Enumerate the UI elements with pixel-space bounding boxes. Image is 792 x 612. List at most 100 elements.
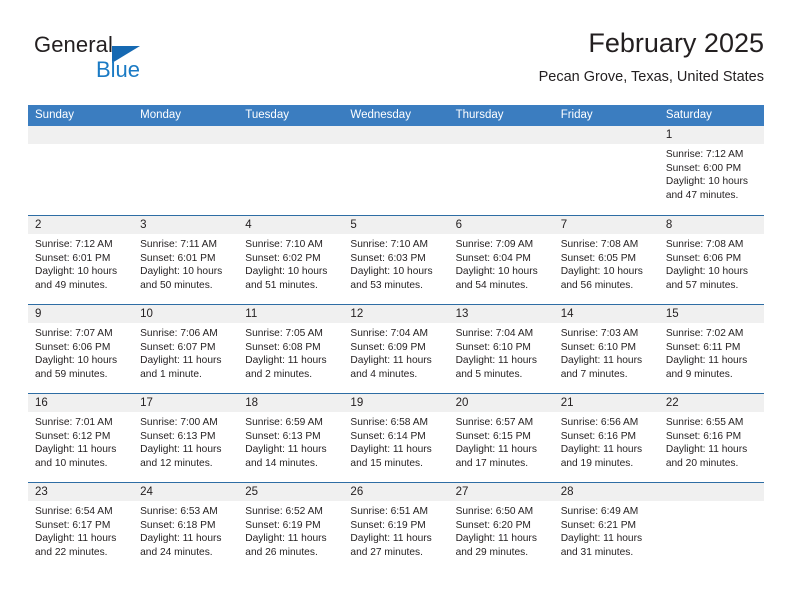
sunrise-time: Sunrise: 7:03 AM	[560, 328, 639, 339]
sunset-time: Sunset: 6:01 PM	[35, 252, 111, 264]
daylight-duration-line1: Daylight: 11 hours	[140, 533, 222, 545]
daylight-duration-line2: and 26 minutes.	[245, 546, 318, 558]
calendar-day-cell[interactable]: 27 Sunrise: 6:50 AM Sunset: 6:20 PM Dayligh…	[448, 483, 554, 571]
calendar-day-cell[interactable]: 4 Sunrise: 7:10 AM Sunset: 6:02 PM Daylight…	[238, 216, 344, 304]
sunset-time: Sunset: 6:19 PM	[245, 519, 321, 531]
calendar-day-cell[interactable]: 11 Sunrise: 7:05 AM Sunset: 6:08 PM Dayligh…	[238, 305, 344, 393]
day-number-band	[658, 126, 764, 144]
day-sun-info	[238, 144, 343, 148]
weekday-header-thursday: Thursday	[455, 109, 504, 121]
title-block: February 2025 Pecan Grove, Texas, United…	[539, 26, 764, 86]
daylight-duration-line1: Daylight: 11 hours	[245, 444, 327, 456]
calendar-day-cell[interactable]: 7 Sunrise: 7:08 AM Sunset: 6:05 PM Daylight…	[553, 216, 659, 304]
calendar-week-row: 16 Sunrise: 7:01 AM Sunset: 6:12 PM Dayligh…	[28, 393, 764, 482]
calendar-day-cell[interactable]: 28 Sunrise: 6:49 AM Sunset: 6:21 PM Dayligh…	[553, 483, 659, 571]
day-sun-info	[133, 144, 238, 148]
daylight-duration-line1: Daylight: 10 hours	[35, 266, 118, 278]
day-sun-info	[28, 144, 133, 148]
day-number-band	[28, 305, 134, 323]
calendar-day-cell[interactable]: 24 Sunrise: 6:53 AM Sunset: 6:18 PM Dayligh…	[133, 483, 239, 571]
day-sun-info: Sunrise: 7:02 AM Sunset: 6:11 PM Daylight:…	[659, 323, 764, 381]
sunset-time: Sunset: 6:02 PM	[245, 252, 321, 264]
weekday-header-sunday: Sunday	[35, 109, 75, 121]
calendar-day-cell[interactable]: 20 Sunrise: 6:57 AM Sunset: 6:15 PM Dayligh…	[448, 394, 554, 482]
calendar-day-cell[interactable]: 17 Sunrise: 7:00 AM Sunset: 6:13 PM Dayligh…	[133, 394, 239, 482]
calendar-day-cell[interactable]: 8 Sunrise: 7:08 AM Sunset: 6:06 PM Daylight…	[658, 216, 764, 304]
calendar-day-cell[interactable]: 18 Sunrise: 6:59 AM Sunset: 6:13 PM Dayligh…	[238, 394, 344, 482]
day-number: 21	[560, 397, 574, 409]
day-number: 3	[140, 219, 147, 231]
calendar-day-cell[interactable]: 23 Sunrise: 6:54 AM Sunset: 6:17 PM Dayligh…	[28, 483, 134, 571]
sunrise-time: Sunrise: 6:55 AM	[665, 417, 744, 428]
daylight-duration-line1: Daylight: 11 hours	[560, 533, 643, 545]
day-sun-info: Sunrise: 7:03 AM Sunset: 6:10 PM Daylight:…	[554, 323, 659, 381]
sunset-time: Sunset: 6:08 PM	[245, 341, 321, 353]
calendar-day-cell[interactable]: 26 Sunrise: 6:51 AM Sunset: 6:19 PM Dayligh…	[343, 483, 449, 571]
calendar-day-cell[interactable]: 15 Sunrise: 7:02 AM Sunset: 6:11 PM Dayligh…	[658, 305, 764, 393]
day-number: 2	[35, 219, 42, 231]
day-number-band	[238, 126, 344, 144]
daylight-duration-line1: Daylight: 11 hours	[245, 533, 327, 545]
day-sun-info	[449, 144, 554, 148]
daylight-duration-line1: Daylight: 11 hours	[350, 444, 432, 456]
daylight-duration-line2: and 22 minutes.	[35, 546, 108, 558]
sunset-time: Sunset: 6:10 PM	[560, 341, 637, 353]
daylight-duration-line1: Daylight: 10 hours	[140, 266, 223, 278]
day-number-band	[238, 216, 344, 234]
sunset-time: Sunset: 6:01 PM	[140, 252, 216, 264]
calendar-day-cell[interactable]: 16 Sunrise: 7:01 AM Sunset: 6:12 PM Dayligh…	[28, 394, 134, 482]
calendar-day-cell[interactable]: 14 Sunrise: 7:03 AM Sunset: 6:10 PM Dayligh…	[553, 305, 659, 393]
day-sun-info: Sunrise: 7:06 AM Sunset: 6:07 PM Daylight:…	[133, 323, 238, 381]
calendar-day-cell[interactable]: 19 Sunrise: 6:58 AM Sunset: 6:14 PM Dayligh…	[343, 394, 449, 482]
sunset-time: Sunset: 6:09 PM	[350, 341, 426, 353]
sunset-time: Sunset: 6:16 PM	[665, 430, 742, 442]
day-number: 7	[560, 219, 568, 231]
sunrise-time: Sunrise: 7:09 AM	[455, 239, 534, 250]
day-number: 23	[35, 486, 48, 498]
calendar-day-cell[interactable]: 5 Sunrise: 7:10 AM Sunset: 6:03 PM Daylight…	[343, 216, 449, 304]
daylight-duration-line2: and 59 minutes.	[35, 368, 108, 380]
daylight-duration-line2: and 49 minutes.	[35, 279, 108, 291]
daylight-duration-line2: and 29 minutes.	[455, 546, 529, 558]
day-number: 10	[140, 308, 153, 320]
day-number-band	[28, 126, 134, 144]
calendar-day-cell[interactable]: 6 Sunrise: 7:09 AM Sunset: 6:04 PM Daylight…	[448, 216, 554, 304]
daylight-duration-line2: and 15 minutes.	[350, 457, 423, 469]
day-sun-info	[659, 501, 764, 505]
sunrise-time: Sunrise: 7:10 AM	[245, 239, 323, 250]
calendar-day-cell[interactable]: 22 Sunrise: 6:55 AM Sunset: 6:16 PM Dayligh…	[658, 394, 764, 482]
calendar-day-cell[interactable]: 25 Sunrise: 6:52 AM Sunset: 6:19 PM Dayligh…	[238, 483, 344, 571]
sunrise-time: Sunrise: 7:08 AM	[665, 239, 744, 250]
weekday-header-wednesday: Wednesday	[350, 109, 411, 121]
calendar-day-cell[interactable]: 13 Sunrise: 7:04 AM Sunset: 6:10 PM Dayligh…	[448, 305, 554, 393]
day-sun-info: Sunrise: 7:08 AM Sunset: 6:05 PM Daylight:…	[554, 234, 659, 292]
sunrise-time: Sunrise: 7:12 AM	[35, 239, 113, 250]
calendar-day-cell[interactable]: 3 Sunrise: 7:11 AM Sunset: 6:01 PM Daylight…	[133, 216, 239, 304]
daylight-duration-line2: and 9 minutes.	[665, 368, 733, 380]
calendar-day-cell[interactable]: 9 Sunrise: 7:07 AM Sunset: 6:06 PM Daylight…	[28, 305, 134, 393]
daylight-duration-line2: and 54 minutes.	[455, 279, 529, 291]
daylight-duration-line1: Daylight: 10 hours	[350, 266, 433, 278]
calendar-day-cell[interactable]: 21 Sunrise: 6:56 AM Sunset: 6:16 PM Dayligh…	[553, 394, 659, 482]
brand-name-general: General	[34, 32, 113, 57]
brand-logo[interactable]: General Blue	[34, 32, 184, 88]
day-number: 4	[245, 219, 252, 231]
daylight-duration-line1: Daylight: 11 hours	[560, 355, 643, 367]
daylight-duration-line1: Daylight: 11 hours	[350, 355, 432, 367]
sunset-time: Sunset: 6:03 PM	[350, 252, 426, 264]
sunrise-time: Sunrise: 6:59 AM	[245, 417, 323, 428]
sunset-time: Sunset: 6:13 PM	[245, 430, 321, 442]
sunrise-time: Sunrise: 6:52 AM	[245, 506, 323, 517]
daylight-duration-line2: and 5 minutes.	[455, 368, 523, 380]
sunrise-time: Sunrise: 7:04 AM	[455, 328, 534, 339]
day-number: 9	[35, 308, 42, 320]
daylight-duration-line2: and 27 minutes.	[350, 546, 423, 558]
daylight-duration-line1: Daylight: 10 hours	[35, 355, 118, 367]
calendar-day-cell[interactable]: 12 Sunrise: 7:04 AM Sunset: 6:09 PM Dayligh…	[343, 305, 449, 393]
calendar-day-cell[interactable]: 1 Sunrise: 7:12 AM Sunset: 6:00 PM Daylight…	[658, 126, 764, 215]
daylight-duration-line1: Daylight: 11 hours	[245, 355, 327, 367]
calendar-day-cell[interactable]: 2 Sunrise: 7:12 AM Sunset: 6:01 PM Daylight…	[28, 216, 134, 304]
day-number: 22	[665, 397, 679, 409]
weekday-header-tuesday: Tuesday	[245, 109, 289, 121]
calendar-day-cell[interactable]: 10 Sunrise: 7:06 AM Sunset: 6:07 PM Dayligh…	[133, 305, 239, 393]
